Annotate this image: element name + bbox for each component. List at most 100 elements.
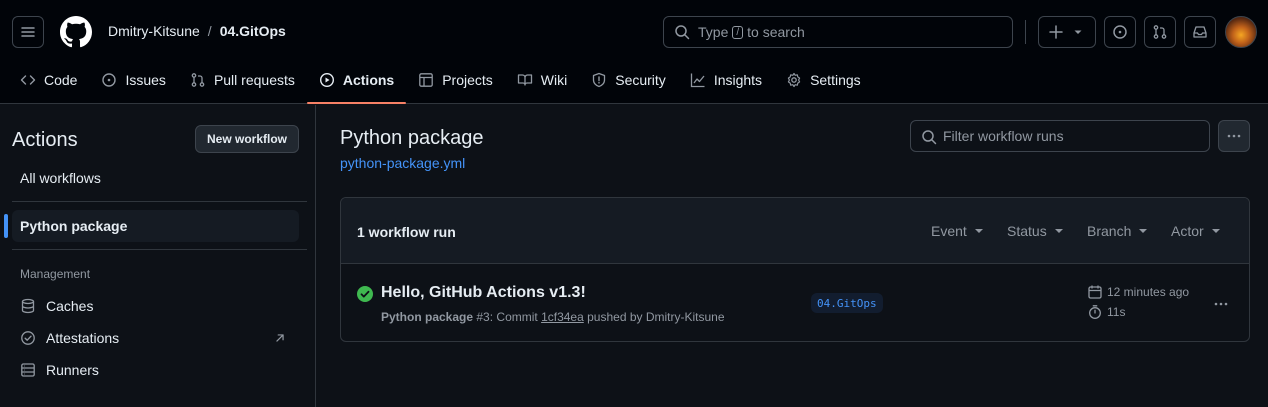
branch-filter-dropdown[interactable]: Branch (1087, 223, 1148, 239)
filter-label: Event (931, 223, 967, 239)
table-icon (419, 73, 434, 87)
sidebar-item-python-package[interactable]: Python package (4, 210, 299, 242)
workflow-run-row[interactable]: Hello, GitHub Actions v1.3! Python packa… (341, 264, 1249, 341)
user-avatar[interactable] (1225, 16, 1257, 48)
stopwatch-icon (1089, 305, 1101, 319)
pull-request-icon (1153, 25, 1167, 39)
runs-list-header: 1 workflow run Event Status Branch Actor (341, 198, 1249, 264)
run-number: #3 (476, 310, 490, 324)
sidebar-divider (12, 201, 307, 202)
github-logo-icon[interactable] (60, 16, 92, 48)
workflow-title: Python package (340, 127, 484, 149)
database-icon (21, 298, 35, 314)
inbox-icon (1193, 26, 1207, 38)
tab-actions-label: Actions (342, 72, 395, 88)
code-icon (20, 75, 36, 85)
sidebar-item-caches[interactable]: Caches (12, 290, 299, 322)
tab-settings-label: Settings (810, 72, 861, 88)
branch-label[interactable]: 04.GitOps (811, 293, 883, 313)
caret-down-icon (1054, 229, 1063, 233)
tab-projects[interactable]: Projects (406, 64, 505, 96)
run-duration-text: 11s (1107, 305, 1126, 319)
run-pushed-by: pushed by Dmitry-Kitsune (587, 310, 725, 324)
tab-security[interactable]: Security (579, 64, 678, 96)
workflow-file-link[interactable]: python-package.yml (340, 155, 465, 171)
workflow-options-button[interactable] (1218, 120, 1250, 152)
caret-down-icon (1139, 229, 1148, 233)
create-new-button[interactable] (1038, 16, 1096, 48)
issue-icon (1113, 25, 1127, 39)
tab-insights[interactable]: Insights (678, 64, 774, 96)
tab-code-label: Code (44, 72, 78, 88)
filter-workflow-runs-input[interactable]: Filter workflow runs (910, 120, 1210, 152)
kebab-horizontal-icon (1214, 302, 1228, 306)
breadcrumb-separator: / (207, 23, 212, 39)
verified-icon (21, 331, 35, 345)
sidebar-item-runners[interactable]: Runners (12, 354, 299, 386)
tab-pull-requests[interactable]: Pull requests (178, 64, 307, 96)
calendar-icon (1088, 285, 1102, 299)
gear-icon (787, 72, 801, 88)
tab-projects-label: Projects (442, 72, 493, 88)
tab-insights-label: Insights (713, 72, 763, 88)
caret-down-icon (974, 229, 983, 233)
pull-requests-button[interactable] (1144, 16, 1176, 48)
menu-button[interactable] (12, 16, 44, 48)
search-shortcut-key: / (732, 25, 744, 39)
run-duration: 11s (1087, 304, 1125, 320)
run-title-link[interactable]: Hello, GitHub Actions v1.3! (381, 284, 586, 302)
header-divider (1025, 20, 1026, 44)
sidebar-item-all-workflows[interactable]: All workflows (12, 162, 299, 194)
sidebar-item-label: Python package (20, 218, 128, 234)
search-input[interactable]: Type / to search (663, 16, 1013, 48)
sidebar-item-attestations[interactable]: Attestations (12, 322, 299, 354)
hamburger-icon (21, 27, 35, 37)
search-icon (922, 130, 937, 145)
play-icon (319, 72, 334, 88)
inbox-button[interactable] (1184, 16, 1216, 48)
status-filter-dropdown[interactable]: Status (1007, 223, 1063, 239)
breadcrumb-owner-link[interactable]: Dmitry-Kitsune (108, 23, 200, 39)
tab-actions[interactable]: Actions (306, 64, 407, 104)
kebab-horizontal-icon (1227, 134, 1241, 138)
run-options-button[interactable] (1209, 292, 1233, 316)
check-circle-icon (357, 286, 373, 302)
run-time-ago: 12 minutes ago (1087, 284, 1189, 300)
tab-issues[interactable]: Issues (89, 64, 177, 96)
server-icon (21, 363, 35, 377)
caret-down-icon (1074, 30, 1082, 34)
commit-link[interactable]: 1cf34ea (541, 310, 584, 324)
caret-down-icon (1211, 229, 1220, 233)
actions-sidebar: Actions New workflow All workflows Pytho… (0, 105, 316, 407)
repo-nav-tabs: Code Issues Pull requests Actions Projec… (0, 64, 873, 104)
issues-button[interactable] (1104, 16, 1136, 48)
tab-settings[interactable]: Settings (774, 64, 873, 96)
run-commit-prefix: : Commit (489, 310, 538, 324)
breadcrumb-repo-link[interactable]: 04.GitOps (220, 23, 286, 39)
arrow-up-right-icon (276, 334, 284, 342)
app-header: Dmitry-Kitsune / 04.GitOps Type / to sea… (0, 0, 1268, 104)
tab-pull-requests-label: Pull requests (213, 72, 295, 88)
new-workflow-button[interactable]: New workflow (195, 125, 299, 153)
filter-label: Actor (1171, 223, 1204, 239)
management-heading: Management (20, 267, 91, 281)
sidebar-item-label: Caches (46, 298, 94, 314)
tab-security-label: Security (615, 72, 666, 88)
workflow-runs-list: 1 workflow run Event Status Branch Actor… (340, 197, 1250, 342)
book-icon (517, 74, 532, 86)
tab-code[interactable]: Code (8, 64, 89, 96)
event-filter-dropdown[interactable]: Event (931, 223, 983, 239)
actor-filter-dropdown[interactable]: Actor (1171, 223, 1220, 239)
runs-count: 1 workflow run (357, 224, 456, 240)
sidebar-item-label: Attestations (46, 330, 120, 346)
shield-icon (593, 72, 606, 88)
filter-label: Status (1007, 223, 1047, 239)
breadcrumb: Dmitry-Kitsune / 04.GitOps (108, 23, 286, 39)
tab-wiki[interactable]: Wiki (505, 64, 579, 96)
search-icon (675, 25, 690, 40)
filter-placeholder: Filter workflow runs (943, 128, 1064, 144)
run-time-ago-text: 12 minutes ago (1107, 285, 1190, 299)
sidebar-divider (12, 249, 307, 250)
run-meta: Python package #3: Commit 1cf34ea pushed… (381, 310, 725, 324)
sidebar-title: Actions (12, 129, 78, 151)
